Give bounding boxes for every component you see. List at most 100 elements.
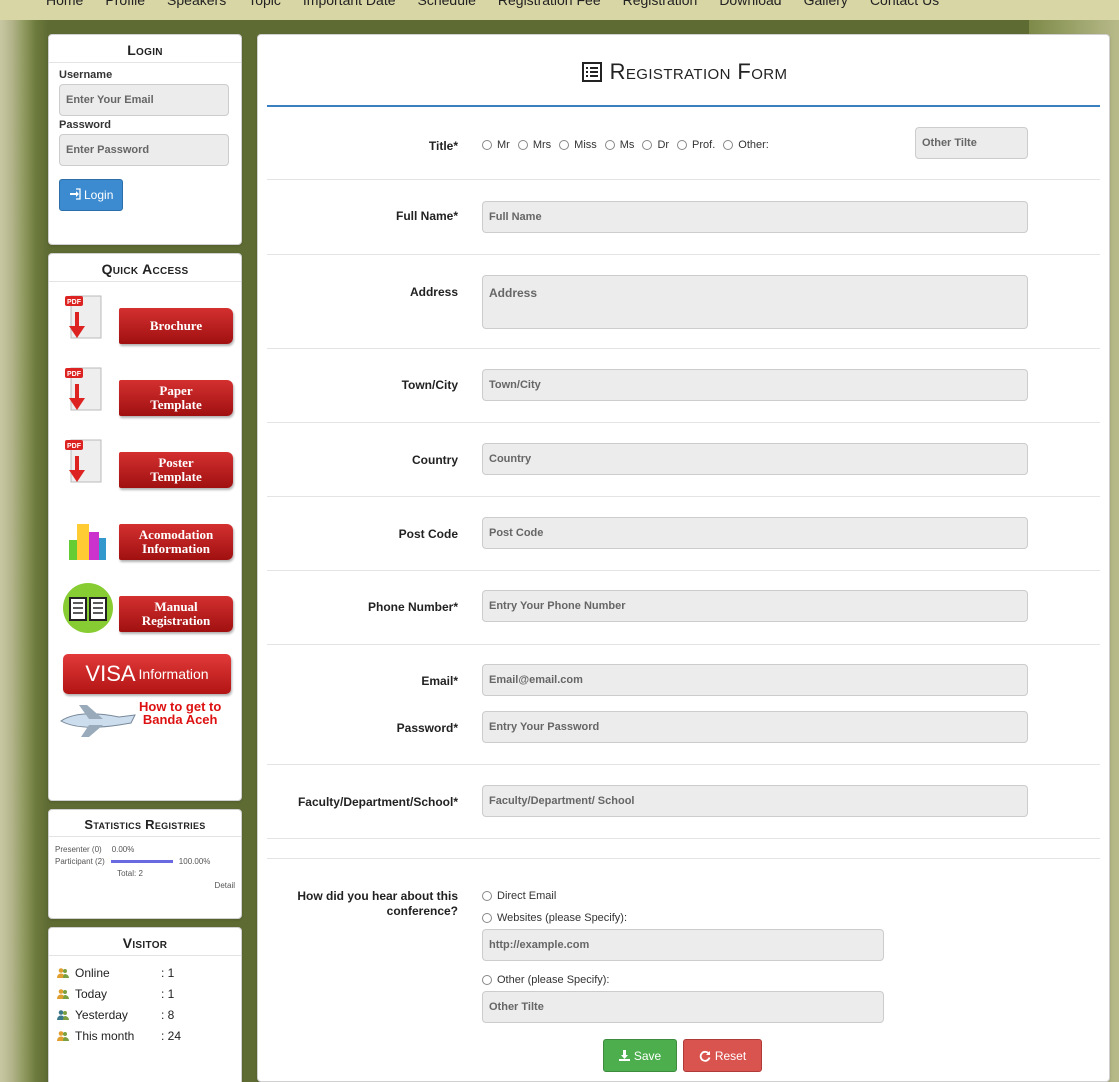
visitor-label: Yesterday <box>75 1007 128 1022</box>
username-label: Username <box>59 69 113 81</box>
nav-item[interactable]: Contact Us <box>870 0 939 8</box>
country-input[interactable]: Country <box>482 443 1028 475</box>
password-label: Password* <box>396 721 458 735</box>
title-option-label: Prof. <box>692 139 716 151</box>
nav-item[interactable]: Topic <box>248 0 281 8</box>
country-label: Country <box>412 453 458 467</box>
address-label: Address <box>409 285 458 299</box>
paper-template-link[interactable]: PDF Paper Template <box>55 362 235 434</box>
website-input[interactable]: http://example.com <box>482 929 884 961</box>
nav-item[interactable]: Registration Fee <box>498 0 601 8</box>
poster-template-link[interactable]: PDF Poster Template <box>55 434 235 506</box>
login-button[interactable]: Login <box>59 179 124 211</box>
title-option[interactable]: Mrs <box>517 139 552 151</box>
accommodation-link[interactable]: Acomodation Information <box>55 506 235 578</box>
radio-button[interactable] <box>517 140 528 150</box>
nav-item[interactable]: Home <box>46 0 83 8</box>
row-divider <box>267 348 1100 349</box>
quick-access-heading: Quick Access <box>49 254 241 282</box>
title-option-label: Miss <box>574 139 597 151</box>
brochure-link[interactable]: PDF Brochure <box>55 290 235 362</box>
nav-item[interactable]: Important Date <box>303 0 396 8</box>
visa-information-link[interactable]: VISA Information <box>63 654 231 694</box>
poster-template-banner: Poster Template <box>119 452 233 488</box>
row-divider <box>267 179 1100 180</box>
login-heading: Login <box>49 35 241 63</box>
manual-registration-link[interactable]: Manual Registration <box>55 578 235 650</box>
accommodation-banner: Acomodation Information <box>119 524 233 560</box>
town-input[interactable]: Town/City <box>482 369 1028 401</box>
title-option-label: Dr <box>657 139 670 151</box>
quick-access-panel: Quick Access PDF Brochure PDF Paper Temp… <box>48 253 242 801</box>
title-option[interactable]: Prof. <box>677 139 715 151</box>
participant-label: Participant (2) <box>55 856 105 866</box>
presenter-pct: 0.00% <box>111 844 135 854</box>
sidebar: Login Username Enter Your Email Password… <box>48 34 242 1082</box>
hear-other-label: Other (please Specify): <box>497 974 610 986</box>
full-name-label: Full Name* <box>395 209 458 223</box>
detail-link[interactable]: Detail <box>215 881 235 890</box>
detail-row: Detail <box>55 879 235 891</box>
save-label: Save <box>633 1048 662 1063</box>
nav-item[interactable]: Profile <box>105 0 145 8</box>
full-name-input[interactable]: Full Name <box>482 201 1028 233</box>
title-option[interactable]: Ms <box>604 139 634 151</box>
address-textarea[interactable]: Address <box>482 275 1028 329</box>
reset-label: Reset <box>714 1048 747 1063</box>
hear-label: How did you hear about this conference? <box>258 889 458 919</box>
title-option[interactable]: Dr <box>642 139 669 151</box>
visitor-row: Yesterday: 8 <box>57 1004 233 1025</box>
total-label: Total: 2 <box>117 868 143 878</box>
postcode-input[interactable]: Post Code <box>482 517 1028 549</box>
row-divider <box>267 254 1100 255</box>
radio-button[interactable] <box>482 975 492 985</box>
password-input[interactable]: Enter Password <box>59 134 229 166</box>
radio-button[interactable] <box>482 891 492 901</box>
radio-button[interactable] <box>677 140 688 150</box>
radio-button[interactable] <box>482 913 492 923</box>
username-input[interactable]: Enter Your Email <box>59 84 229 116</box>
pdf-download-icon: PDF <box>65 367 102 411</box>
title-option[interactable]: Miss <box>559 139 597 151</box>
radio-button[interactable] <box>559 140 570 150</box>
top-navigation: Home Profile Speakers Topic Important Date Sc… <box>0 0 1119 20</box>
town-label: Town/City <box>401 378 458 392</box>
other-title-input[interactable]: Other Tilte <box>915 127 1028 159</box>
save-button[interactable]: Save <box>603 1039 677 1072</box>
phone-input[interactable]: Entry Your Phone Number <box>482 590 1028 622</box>
visitor-panel: Visitor Online: 1 Today: 1 Yesterday: 8 Thi… <box>48 927 242 1082</box>
radio-button[interactable] <box>723 140 734 150</box>
manual-label-2: Registration <box>141 613 211 628</box>
hear-websites-option[interactable]: Websites (please Specify): <box>482 912 627 924</box>
radio-button[interactable] <box>642 140 653 150</box>
hear-label-line-2: conference? <box>386 904 458 918</box>
paper-template-banner: Paper Template <box>119 380 233 416</box>
hear-other-input[interactable]: Other Tilte <box>482 991 884 1023</box>
hear-direct-option[interactable]: Direct Email <box>482 890 556 902</box>
nav-item[interactable]: Gallery <box>804 0 848 8</box>
nav-item[interactable]: Download <box>719 0 781 8</box>
reset-button[interactable]: Reset <box>683 1039 762 1072</box>
manual-registration-banner: Manual Registration <box>119 596 233 632</box>
nav-items: Home Profile Speakers Topic Important Date Sc… <box>46 0 939 8</box>
pdf-download-icon: PDF <box>65 295 102 339</box>
radio-button[interactable] <box>604 140 615 150</box>
title-option-label: Other: <box>738 139 769 151</box>
nav-item[interactable]: Registration <box>623 0 698 8</box>
title-option[interactable]: Other: <box>723 139 769 151</box>
visitor-value: : 1 <box>161 986 175 1001</box>
how-to-get-link[interactable]: How to get to Banda Aceh <box>55 694 235 748</box>
row-divider <box>267 496 1100 497</box>
hear-other-option[interactable]: Other (please Specify): <box>482 974 610 986</box>
faculty-input[interactable]: Faculty/Department/ School <box>482 785 1028 817</box>
nav-item[interactable]: Speakers <box>167 0 226 8</box>
nav-item[interactable]: Schedule <box>418 0 476 8</box>
visitor-value: : 1 <box>161 965 175 980</box>
visa-label: VISA <box>85 661 136 686</box>
title-option[interactable]: Mr <box>482 139 510 151</box>
radio-button[interactable] <box>482 140 492 150</box>
password-input[interactable]: Entry Your Password <box>482 711 1028 743</box>
email-input[interactable]: Email@email.com <box>482 664 1028 696</box>
users-icon <box>57 1030 69 1041</box>
title-option-label: Mrs <box>532 139 552 151</box>
